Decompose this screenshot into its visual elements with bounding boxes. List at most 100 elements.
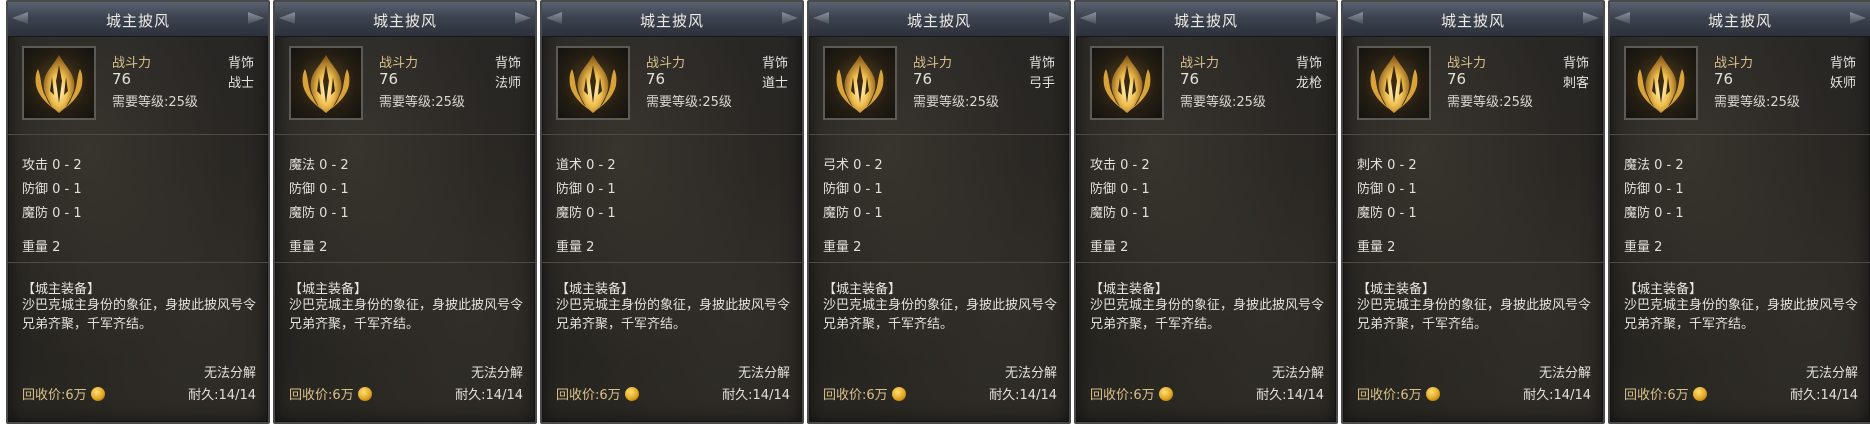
magic-defense-stat: 魔防 0 - 1 — [823, 206, 883, 221]
durability: 耐久:14/14 — [989, 388, 1057, 403]
item-icon-slot[interactable] — [823, 46, 897, 120]
class-name: 法师 — [494, 76, 521, 91]
item-icon-slot[interactable] — [1624, 46, 1698, 120]
gold-coin-icon — [1692, 387, 1707, 401]
required-level: 需要等级:25级 — [1714, 95, 1800, 110]
item-icon-slot[interactable] — [1090, 46, 1164, 120]
golden-flame-cloak-icon — [1370, 55, 1418, 113]
tooltip-title-bar: 城主披风 — [8, 2, 268, 37]
item-tooltip-card: 城主披风 战斗力 76 需要等级:25级 背 — [807, 0, 1071, 424]
attack-stat: 道术 0 - 2 — [556, 158, 616, 173]
durability: 耐久:14/14 — [1523, 388, 1591, 403]
item-icon-slot[interactable] — [556, 46, 630, 120]
divider — [809, 262, 1069, 263]
item-title: 城主披风 — [1707, 12, 1772, 30]
divider — [1076, 262, 1336, 263]
recycle-price: 回收价:6万 — [22, 384, 105, 403]
item-description: 沙巴克城主身份的象征，身披此披风号令兄弟齐聚，千军齐结。 — [823, 298, 1058, 332]
attack-stat: 刺术 0 - 2 — [1357, 158, 1417, 173]
no-decompose-note: 无法分解 — [1271, 366, 1324, 381]
combat-power-label: 战斗力 — [379, 56, 419, 71]
item-title: 城主披风 — [1173, 12, 1238, 30]
item-title: 城主披风 — [639, 12, 704, 30]
item-icon-slot[interactable] — [22, 46, 96, 120]
defense-stat: 防御 0 - 1 — [556, 182, 616, 197]
item-category-tag: 【城主装备】 — [1090, 282, 1169, 297]
divider — [1076, 134, 1336, 135]
class-name: 弓手 — [1028, 76, 1055, 91]
magic-defense-stat: 魔防 0 - 1 — [22, 206, 82, 221]
magic-defense-stat: 魔防 0 - 1 — [1090, 206, 1150, 221]
item-category-tag: 【城主装备】 — [1624, 282, 1703, 297]
durability: 耐久:14/14 — [722, 388, 790, 403]
gold-coin-icon — [1425, 387, 1440, 401]
no-decompose-note: 无法分解 — [470, 366, 523, 381]
combat-power-value: 76 — [646, 70, 666, 88]
recycle-price: 回收价:6万 — [1357, 384, 1440, 403]
tooltip-title-bar: 城主披风 — [275, 2, 535, 37]
item-description: 沙巴克城主身份的象征，身披此披风号令兄弟齐聚，千军齐结。 — [1624, 298, 1859, 332]
golden-flame-cloak-icon — [1637, 55, 1685, 113]
class-name: 刺客 — [1562, 76, 1589, 91]
divider — [1343, 262, 1603, 263]
class-name: 道士 — [761, 76, 788, 91]
equip-slot: 背饰 — [1295, 56, 1322, 71]
equip-slot: 背饰 — [227, 56, 254, 71]
gold-coin-icon — [891, 387, 906, 401]
recycle-price-text: 回收价:6万 — [289, 388, 354, 403]
item-title: 城主披风 — [906, 12, 971, 30]
tooltip-title-bar: 城主披风 — [1610, 2, 1870, 37]
divider — [542, 262, 802, 263]
divider — [1610, 134, 1870, 135]
combat-power-value: 76 — [913, 70, 933, 88]
weight-stat: 重量 2 — [1624, 240, 1663, 255]
recycle-price: 回收价:6万 — [289, 384, 372, 403]
item-title: 城主披风 — [372, 12, 437, 30]
item-description: 沙巴克城主身份的象征，身披此披风号令兄弟齐聚，千军齐结。 — [289, 298, 524, 332]
item-icon-slot[interactable] — [289, 46, 363, 120]
required-level: 需要等级:25级 — [646, 95, 732, 110]
required-level: 需要等级:25级 — [1180, 95, 1266, 110]
combat-power-label: 战斗力 — [646, 56, 686, 71]
item-category-tag: 【城主装备】 — [289, 282, 368, 297]
attack-stat: 攻击 0 - 2 — [1090, 158, 1150, 173]
gold-coin-icon — [357, 387, 372, 401]
attack-stat: 魔法 0 - 2 — [289, 158, 349, 173]
item-category-tag: 【城主装备】 — [556, 282, 635, 297]
item-description: 沙巴克城主身份的象征，身披此披风号令兄弟齐聚，千军齐结。 — [22, 298, 257, 332]
golden-flame-cloak-icon — [1103, 55, 1151, 113]
required-level: 需要等级:25级 — [112, 95, 198, 110]
weight-stat: 重量 2 — [1357, 240, 1396, 255]
weight-stat: 重量 2 — [823, 240, 862, 255]
recycle-price-text: 回收价:6万 — [1624, 388, 1689, 403]
no-decompose-note: 无法分解 — [1805, 366, 1858, 381]
attack-stat: 魔法 0 - 2 — [1624, 158, 1684, 173]
recycle-price: 回收价:6万 — [556, 384, 639, 403]
magic-defense-stat: 魔防 0 - 1 — [556, 206, 616, 221]
weight-stat: 重量 2 — [556, 240, 595, 255]
recycle-price-text: 回收价:6万 — [1357, 388, 1422, 403]
no-decompose-note: 无法分解 — [1004, 366, 1057, 381]
tooltip-title-bar: 城主披风 — [809, 2, 1069, 37]
divider — [8, 134, 268, 135]
divider — [275, 262, 535, 263]
item-icon-slot[interactable] — [1357, 46, 1431, 120]
durability: 耐久:14/14 — [455, 388, 523, 403]
no-decompose-note: 无法分解 — [737, 366, 790, 381]
durability: 耐久:14/14 — [188, 388, 256, 403]
recycle-price: 回收价:6万 — [1090, 384, 1173, 403]
golden-flame-cloak-icon — [302, 55, 350, 113]
magic-defense-stat: 魔防 0 - 1 — [289, 206, 349, 221]
divider — [542, 134, 802, 135]
class-name: 龙枪 — [1295, 76, 1322, 91]
no-decompose-note: 无法分解 — [1538, 366, 1591, 381]
defense-stat: 防御 0 - 1 — [1357, 182, 1417, 197]
tooltip-title-bar: 城主披风 — [1343, 2, 1603, 37]
divider — [8, 262, 268, 263]
item-tooltip-card: 城主披风 战斗力 76 需要等级:25级 背 — [1074, 0, 1338, 424]
item-description: 沙巴克城主身份的象征，身披此披风号令兄弟齐聚，千军齐结。 — [1357, 298, 1592, 332]
item-title: 城主披风 — [1440, 12, 1505, 30]
combat-power-value: 76 — [379, 70, 399, 88]
divider — [1343, 134, 1603, 135]
equip-slot: 背饰 — [761, 56, 788, 71]
